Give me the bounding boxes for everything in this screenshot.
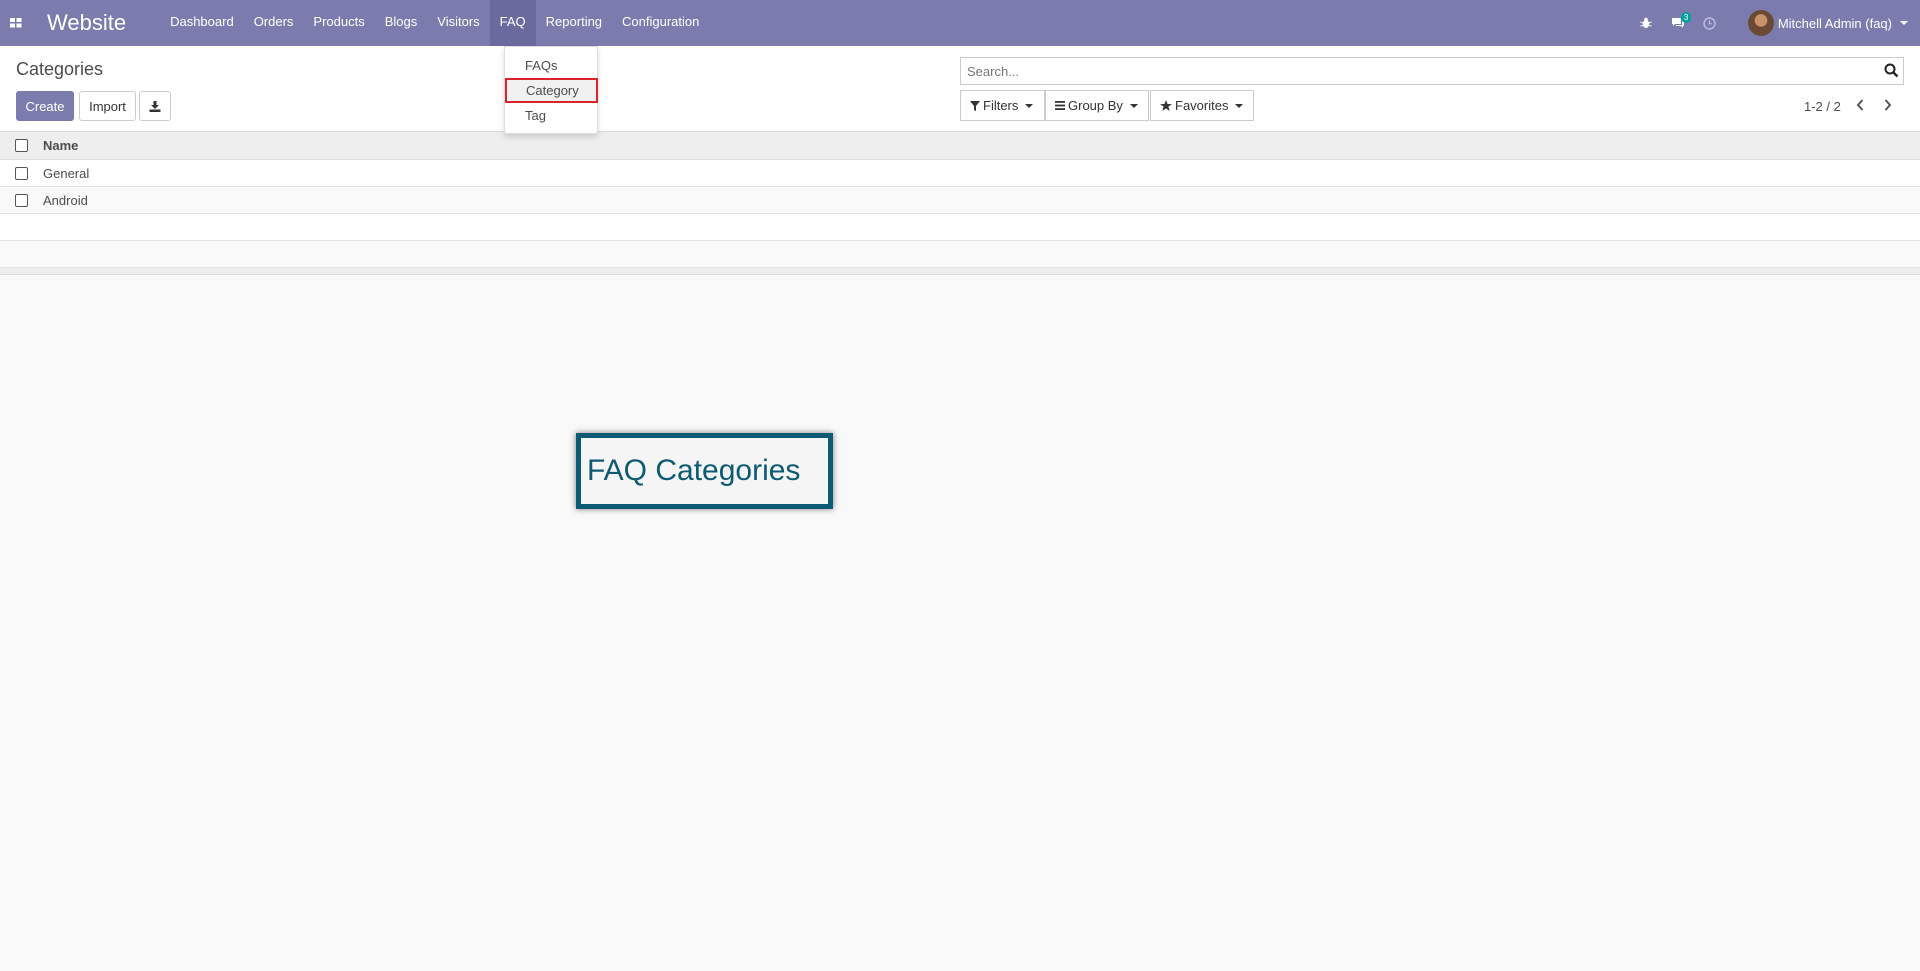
- export-download-button[interactable]: [139, 91, 171, 121]
- chevron-down-icon: [1129, 103, 1138, 108]
- favorites-button[interactable]: Favorites: [1150, 90, 1254, 121]
- filters-label: Filters: [983, 98, 1019, 113]
- pager-next-button[interactable]: [1878, 96, 1898, 114]
- list-view: Name General Android: [0, 132, 1920, 275]
- create-button[interactable]: Create: [16, 91, 74, 121]
- row-checkbox[interactable]: [15, 193, 28, 207]
- search-input[interactable]: [961, 58, 1861, 84]
- avatar: [1747, 10, 1774, 36]
- faq-dropdown-menu: FAQs Category Tag: [504, 46, 598, 134]
- menu-products[interactable]: Products: [303, 0, 374, 46]
- dropdown-item-tag[interactable]: Tag: [505, 103, 597, 128]
- annotation-callout: FAQ Categories: [576, 433, 833, 509]
- menu-visitors[interactable]: Visitors: [427, 0, 489, 46]
- search-icon[interactable]: [1884, 63, 1899, 81]
- breadcrumb: Categories: [16, 59, 104, 79]
- row-name-cell[interactable]: Android: [43, 193, 88, 208]
- table-row[interactable]: Android: [0, 187, 1920, 214]
- chevron-down-icon: [1025, 103, 1034, 108]
- message-count-badge: 3: [1680, 12, 1692, 23]
- list-bars-icon: [1055, 101, 1065, 110]
- chevron-left-icon: [1856, 99, 1864, 111]
- empty-row: [0, 241, 1920, 268]
- download-icon: [149, 100, 161, 112]
- user-menu[interactable]: Mitchell Admin (faq): [1747, 10, 1908, 36]
- group-by-button[interactable]: Group By: [1045, 90, 1149, 121]
- menu-orders[interactable]: Orders: [244, 0, 304, 46]
- pager-previous-button[interactable]: [1850, 96, 1870, 114]
- menu-dashboard[interactable]: Dashboard: [160, 0, 244, 46]
- row-name-cell[interactable]: General: [43, 166, 89, 181]
- navbar-systray: 3 Mitchell Admin (faq): [1630, 0, 1920, 46]
- messages-chat-icon[interactable]: 3: [1662, 0, 1694, 46]
- group-by-label: Group By: [1068, 98, 1123, 113]
- table-row[interactable]: General: [0, 160, 1920, 187]
- table-header: Name: [0, 132, 1920, 160]
- user-name: Mitchell Admin (faq): [1777, 15, 1892, 31]
- dropdown-item-faqs[interactable]: FAQs: [505, 53, 597, 78]
- menu-reporting[interactable]: Reporting: [536, 0, 612, 46]
- chevron-down-icon: [1235, 103, 1244, 108]
- favorites-label: Favorites: [1175, 98, 1229, 113]
- filter-icon: [970, 100, 980, 111]
- search-bar: [960, 57, 1904, 85]
- chevron-right-icon: [1884, 99, 1892, 111]
- menu-configuration[interactable]: Configuration: [612, 0, 709, 46]
- main-menu: Dashboard Orders Products Blogs Visitors…: [160, 0, 709, 46]
- debug-bug-icon[interactable]: [1630, 0, 1662, 46]
- pager-value[interactable]: 1-2 / 2: [1804, 99, 1841, 114]
- menu-blogs[interactable]: Blogs: [375, 0, 428, 46]
- dropdown-item-category[interactable]: Category: [505, 78, 598, 103]
- row-checkbox[interactable]: [15, 166, 28, 180]
- apps-menu-icon[interactable]: [0, 0, 32, 46]
- star-icon: [1160, 100, 1172, 111]
- top-navbar: Website Dashboard Orders Products Blogs …: [0, 0, 1920, 46]
- import-button[interactable]: Import: [79, 91, 136, 121]
- column-header-name[interactable]: Name: [43, 138, 78, 153]
- activity-clock-icon[interactable]: [1694, 0, 1726, 46]
- chevron-down-icon: [1900, 21, 1908, 25]
- empty-row: [0, 214, 1920, 241]
- app-title[interactable]: Website: [47, 10, 126, 36]
- control-panel: Categories Create Import Filters Group B…: [0, 46, 1920, 132]
- table-footer: [0, 268, 1920, 275]
- select-all-checkbox[interactable]: [15, 139, 28, 152]
- annotation-text: FAQ Categories: [587, 454, 801, 487]
- menu-faq[interactable]: FAQ: [489, 0, 536, 46]
- filters-button[interactable]: Filters: [960, 90, 1045, 121]
